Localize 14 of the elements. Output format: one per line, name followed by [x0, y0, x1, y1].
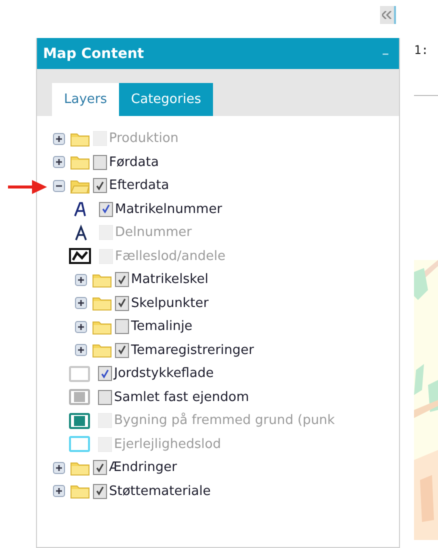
tree-item[interactable]: Efterdata — [109, 178, 170, 194]
tree-item[interactable]: Ændringer — [109, 460, 177, 476]
tree-item[interactable]: Jordstykkeflade — [114, 366, 214, 382]
tree-item[interactable]: Samlet fast ejendom — [114, 390, 249, 405]
tab[interactable]: Layers — [52, 83, 120, 116]
scale-label: 1: — [414, 43, 430, 57]
tree-item[interactable]: Temaregistreringer — [131, 342, 254, 358]
tree-item[interactable]: Støttemateriale — [109, 484, 211, 499]
panel-title: Map Content — [43, 46, 144, 62]
tree-item[interactable]: Temalinje — [131, 319, 192, 334]
tree-item[interactable]: Matrikelnummer — [115, 202, 222, 217]
tree-item[interactable]: Matrikelskel — [131, 272, 208, 288]
tree-item[interactable]: Skelpunkter — [131, 296, 209, 311]
tree-item[interactable]: Førdata — [109, 154, 159, 170]
